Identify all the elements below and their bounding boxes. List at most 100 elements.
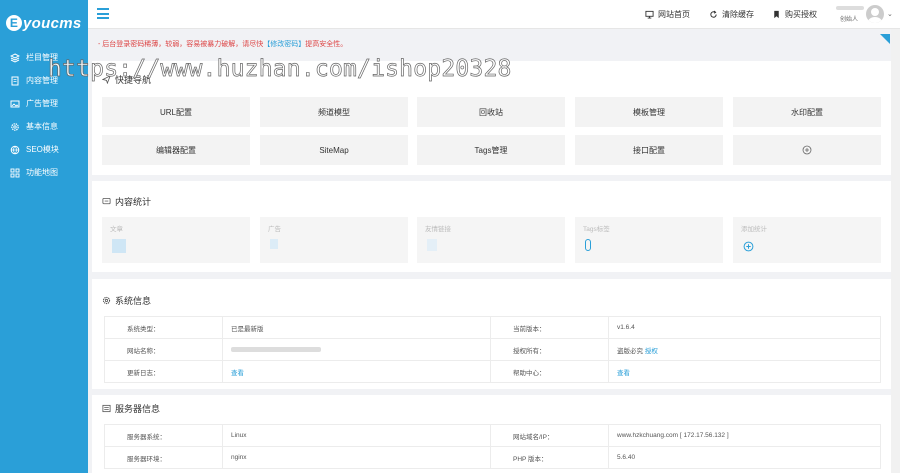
qnav-sitemap[interactable]: SiteMap — [260, 135, 408, 165]
stat-articles[interactable]: 文章 — [102, 217, 250, 263]
qnav-tags-manage[interactable]: Tags管理 — [417, 135, 565, 165]
qnav-api-config[interactable]: 接口配置 — [575, 135, 723, 165]
cell-value: 盗版必究 授权 — [608, 338, 881, 361]
logo[interactable]: E youcms — [0, 0, 88, 46]
quick-nav-title-text: 快捷导航 — [115, 75, 152, 85]
sidebar-item-function-map[interactable]: 功能地图 — [0, 161, 88, 184]
user-menu[interactable]: 创始人 ⌄ — [836, 4, 896, 24]
site-name-blurred — [231, 346, 321, 352]
logo-text: youcms — [23, 14, 82, 32]
user-role: 创始人 — [840, 17, 859, 23]
grid-icon — [10, 168, 20, 178]
stat-links[interactable]: 友情链接 — [417, 217, 565, 263]
cell-value: 已是最新版 — [222, 316, 491, 339]
qnav-template-manage[interactable]: 模板管理 — [575, 97, 723, 127]
chat-icon — [102, 197, 111, 205]
change-password-link[interactable]: 【修改密码】 — [263, 41, 305, 48]
sidebar-item-label: 栏目管理 — [26, 53, 58, 62]
add-circle-icon — [743, 241, 754, 254]
qnav-url-config[interactable]: URL配置 — [102, 97, 250, 127]
logo-mark: E — [6, 15, 22, 31]
user-name-blurred — [836, 6, 864, 10]
security-notice: - 后台登录密码稀薄，较弱，容易被暴力破解，请尽快【修改密码】提高安全性。 — [98, 39, 347, 49]
cell-value: www.hzkchuang.com [ 172.17.56.132 ] — [608, 424, 881, 447]
sidebar-item-content[interactable]: 内容管理 — [0, 69, 88, 92]
stat-ads[interactable]: 广告 — [260, 217, 408, 263]
server-info-table: 服务器系统： Linux 网站域名/IP： www.hzkchuang.com … — [104, 424, 881, 469]
globe-icon — [10, 145, 20, 155]
sidebar-item-basic-info[interactable]: 基本信息 — [0, 115, 88, 138]
qnav-channel-model[interactable]: 频道模型 — [260, 97, 408, 127]
content-stats-title: 内容统计 — [102, 195, 151, 208]
table-row: 更新日志： 查看 帮助中心： 查看 — [104, 360, 881, 383]
qnav-watermark-config[interactable]: 水印配置 — [733, 97, 881, 127]
system-info-panel: 系统信息 系统类型： 已是最新版 当前版本： v1.6.4 网站名称： 授权所有… — [92, 279, 891, 389]
qnav-editor-config[interactable]: 编辑器配置 — [102, 135, 250, 165]
tag-icon — [585, 239, 591, 251]
bookmark-icon — [774, 10, 779, 19]
changelog-link[interactable]: 查看 — [231, 370, 244, 377]
cell-key: 网站域名/IP： — [490, 424, 609, 447]
system-info-title: 系统信息 — [102, 294, 151, 307]
top-header: 网站首页 清除缓存 购买授权 创始人 ⌄ — [88, 0, 900, 29]
buy-license-link[interactable]: 购买授权 — [772, 9, 817, 20]
cell-value: 查看 — [608, 360, 881, 383]
qnav-recycle-bin[interactable]: 回收站 — [417, 97, 565, 127]
sidebar-item-column[interactable]: 栏目管理 — [0, 46, 88, 69]
monitor-icon — [645, 10, 654, 19]
gear-icon — [10, 122, 20, 132]
help-center-link[interactable]: 查看 — [617, 370, 630, 377]
stat-tags[interactable]: Tags标签 — [575, 217, 723, 263]
cell-key: 更新日志： — [104, 360, 223, 383]
license-link[interactable]: 授权 — [645, 348, 658, 355]
sidebar-item-seo[interactable]: SEO模块 — [0, 138, 88, 161]
sidebar-item-label: 基本信息 — [26, 122, 58, 131]
cell-key: PHP 版本： — [490, 446, 609, 469]
system-info-table: 系统类型： 已是最新版 当前版本： v1.6.4 网站名称： 授权所有： 盗版必… — [104, 316, 881, 383]
link-icon — [427, 239, 437, 251]
scrollbar[interactable] — [891, 29, 900, 473]
table-row: 网站名称： 授权所有： 盗版必究 授权 — [104, 338, 881, 361]
cell-key: 当前版本： — [490, 316, 609, 339]
stat-label: 添加统计 — [741, 226, 767, 233]
system-info-title-text: 系统信息 — [115, 296, 152, 306]
server-info-panel: 服务器信息 服务器系统： Linux 网站域名/IP： www.hzkchuan… — [92, 395, 891, 473]
chevron-down-icon: ⌄ — [887, 11, 893, 18]
stat-label: Tags标签 — [583, 226, 610, 233]
sidebar: E youcms 栏目管理 内容管理 广告管理 基本信息 SEO模块 功能地图 — [0, 0, 88, 473]
license-owner: 盗版必究 — [617, 347, 643, 355]
clear-cache-link[interactable]: 清除缓存 — [709, 9, 754, 20]
cell-key: 服务器环境： — [104, 446, 223, 469]
stat-add[interactable]: 添加统计 — [733, 217, 881, 263]
content-stats-panel: 内容统计 文章 广告 友情链接 Tags标签 添加统计 — [92, 181, 891, 272]
article-icon — [112, 239, 126, 253]
cell-value: v1.6.4 — [608, 316, 881, 339]
layers-icon — [10, 52, 20, 63]
notice-text: - 后台登录密码稀薄，较弱，容易被暴力破解，请尽快 — [98, 41, 264, 48]
clear-cache-label: 清除缓存 — [722, 10, 754, 19]
sidebar-item-label: 广告管理 — [26, 99, 58, 108]
content-stats-title-text: 内容统计 — [115, 197, 152, 207]
buy-license-label: 购买授权 — [785, 10, 817, 19]
table-row: 系统类型： 已是最新版 当前版本： v1.6.4 — [104, 316, 881, 339]
sidebar-item-label: 功能地图 — [26, 168, 58, 177]
table-row: 服务器系统： Linux 网站域名/IP： www.hzkchuang.com … — [104, 424, 881, 447]
image-icon — [10, 99, 20, 109]
add-circle-icon — [802, 145, 812, 155]
cell-value: 5.6.40 — [608, 446, 881, 469]
send-icon — [102, 75, 111, 84]
menu-toggle-icon[interactable] — [97, 8, 109, 19]
ad-icon — [270, 239, 278, 249]
site-home-link[interactable]: 网站首页 — [645, 9, 690, 20]
cell-key: 帮助中心： — [490, 360, 609, 383]
cell-value: nginx — [222, 446, 491, 469]
server-info-title-text: 服务器信息 — [115, 404, 161, 414]
site-home-label: 网站首页 — [658, 10, 690, 19]
quick-nav-title: 快捷导航 — [102, 73, 151, 86]
cell-key: 网站名称： — [104, 338, 223, 361]
sidebar-item-ads[interactable]: 广告管理 — [0, 92, 88, 115]
refresh-icon — [710, 10, 717, 18]
qnav-add-button[interactable] — [733, 135, 881, 165]
server-info-title: 服务器信息 — [102, 402, 160, 415]
sidebar-item-label: 内容管理 — [26, 76, 58, 85]
